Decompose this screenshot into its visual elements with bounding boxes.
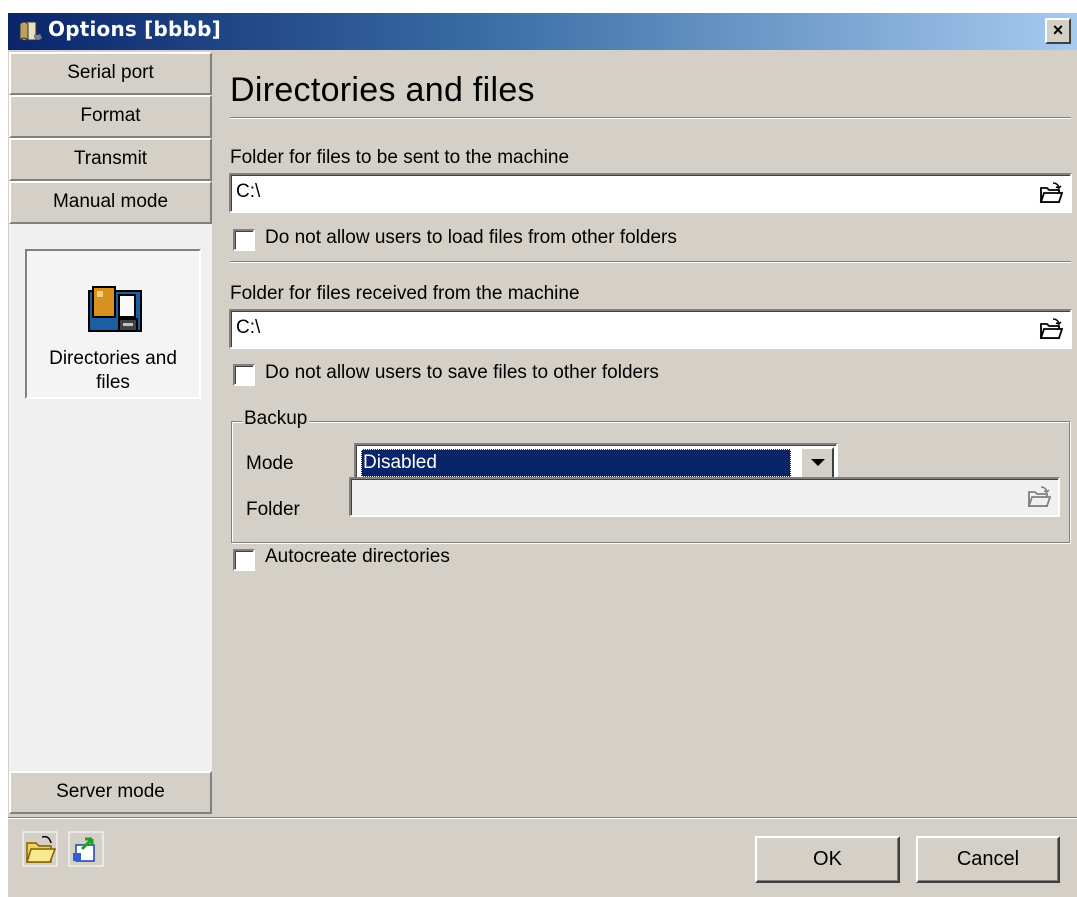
backup-folder-label: Folder [246, 499, 300, 520]
send-folder-label: Folder for files to be sent to the machi… [230, 147, 570, 168]
send-folder-value: C:\ [236, 181, 261, 202]
window-title: Options [bbbb] [48, 17, 221, 41]
chevron-down-icon[interactable] [800, 447, 834, 479]
restrict-save-checkbox[interactable] [233, 364, 255, 386]
restrict-save-label: Do not allow users to save files to othe… [265, 362, 659, 383]
sidebar: Serial port Format Transmit Manual mode … [9, 52, 212, 814]
sidebar-item-manual-mode[interactable]: Manual mode [9, 181, 212, 224]
open-folder-icon[interactable] [22, 831, 58, 867]
sidebar-item-label: Format [80, 105, 141, 126]
sidebar-item-label: Server mode [56, 781, 165, 802]
restrict-load-checkbox[interactable] [233, 229, 255, 251]
open-folder-icon[interactable] [1038, 316, 1064, 342]
autocreate-label: Autocreate directories [265, 546, 450, 567]
send-folder-field[interactable]: C:\ [229, 173, 1072, 213]
receive-folder-value: C:\ [236, 317, 261, 338]
backup-mode-label: Mode [246, 453, 294, 474]
autocreate-checkbox[interactable] [233, 549, 255, 571]
sidebar-item-label: Directories and files [49, 348, 177, 393]
restrict-load-label: Do not allow users to load files from ot… [265, 227, 677, 248]
export-icon[interactable] [68, 831, 104, 867]
section-divider [230, 261, 1071, 263]
close-icon: × [1052, 20, 1064, 40]
footer-divider [8, 817, 1077, 819]
sidebar-item-format[interactable]: Format [9, 95, 212, 138]
title-divider [230, 117, 1071, 119]
backup-mode-value: Disabled [361, 449, 791, 477]
sidebar-item-transmit[interactable]: Transmit [9, 138, 212, 181]
sidebar-item-server-mode[interactable]: Server mode [9, 771, 212, 814]
sidebar-item-label: Transmit [73, 148, 148, 169]
sidebar-item-label: Manual mode [52, 191, 169, 212]
sidebar-item-serial-port[interactable]: Serial port [9, 52, 212, 95]
sidebar-item-directories-and-files[interactable]: Directories and files [25, 249, 201, 399]
backup-folder-field[interactable] [349, 477, 1060, 517]
options-dialog: Options [bbbb] × Serial port Format Tran… [8, 13, 1077, 897]
app-scroll-icon [19, 21, 42, 42]
page-title: Directories and files [230, 71, 535, 109]
receive-folder-field[interactable]: C:\ [229, 309, 1072, 349]
folder-page-icon [88, 286, 142, 332]
ok-button[interactable]: OK [755, 836, 900, 883]
open-folder-icon [1027, 486, 1052, 507]
open-folder-icon[interactable] [1038, 180, 1064, 206]
title-bar[interactable]: Options [bbbb] × [8, 13, 1077, 50]
sidebar-item-label: Serial port [67, 62, 154, 83]
receive-folder-label: Folder for files received from the machi… [230, 283, 580, 304]
close-button[interactable]: × [1045, 18, 1071, 44]
cancel-button[interactable]: Cancel [916, 836, 1060, 883]
backup-legend: Backup [242, 408, 310, 430]
